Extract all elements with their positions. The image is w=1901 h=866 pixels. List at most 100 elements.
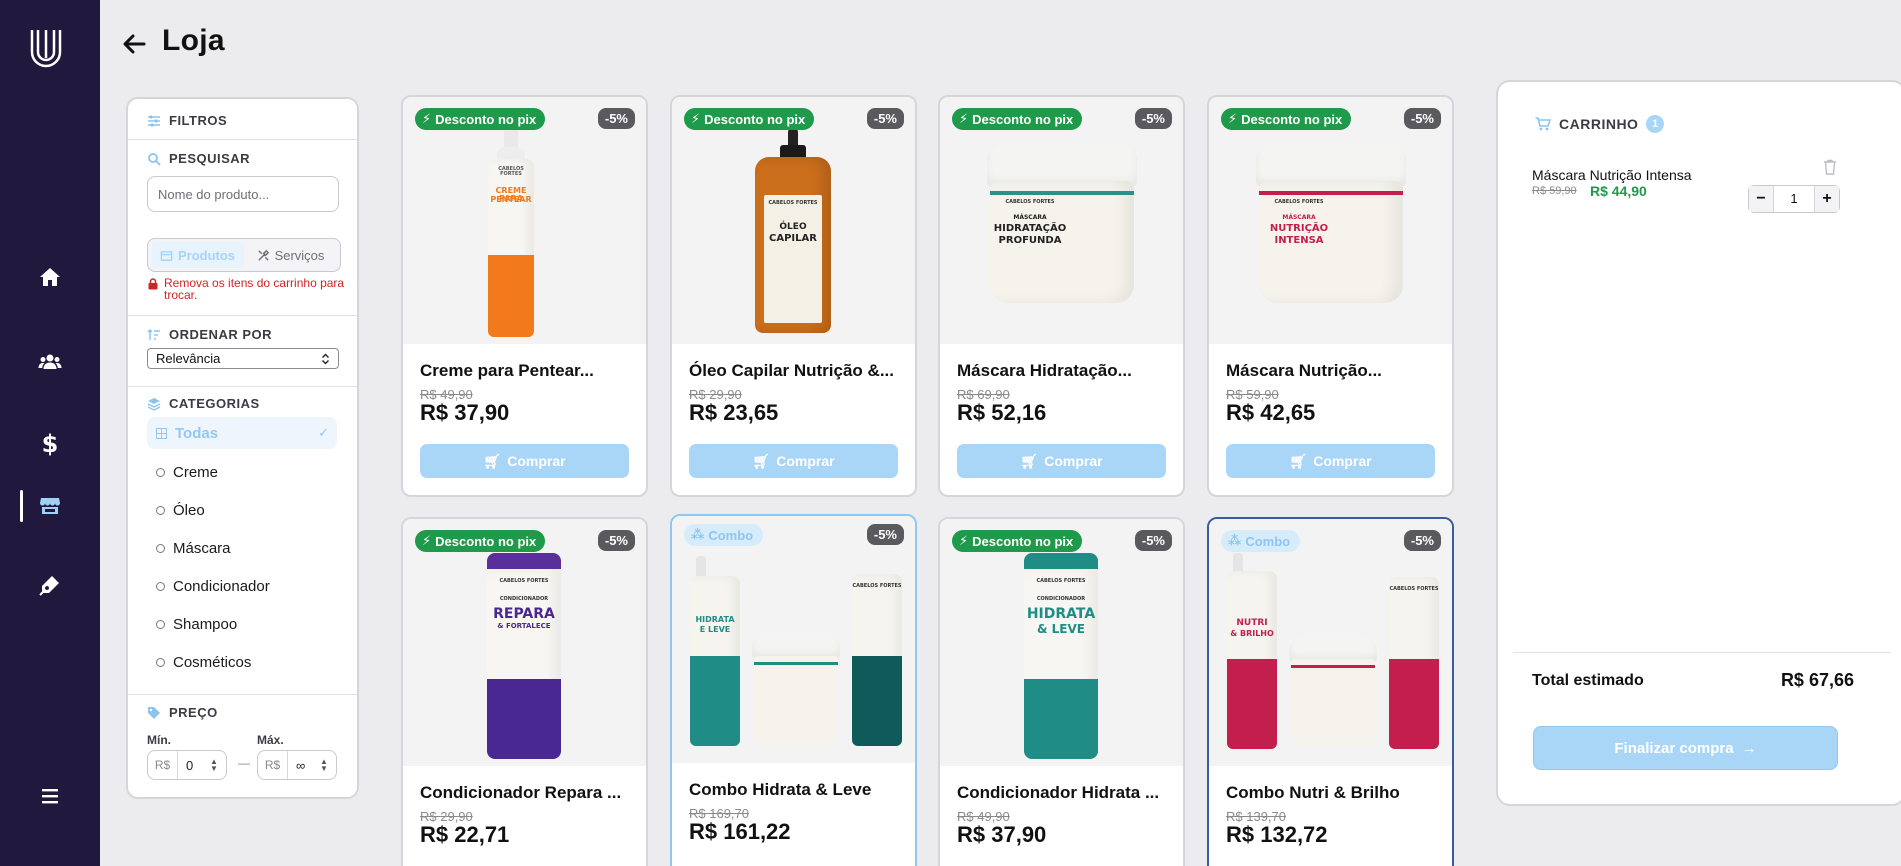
category-oleo[interactable]: Óleo <box>147 494 337 526</box>
product-price: R$ 132,72 <box>1226 822 1328 847</box>
back-arrow-icon[interactable] <box>120 30 148 58</box>
filters-header: FILTROS <box>147 113 227 128</box>
bolt-icon: ⚡ <box>1228 111 1238 126</box>
divider <box>128 315 357 316</box>
bottle-band <box>1024 679 1098 759</box>
trash-icon[interactable] <box>1823 159 1837 175</box>
bolt-icon: ⚡ <box>422 533 432 548</box>
product-line3: & LEVE <box>1037 622 1085 636</box>
nav-store[interactable] <box>0 484 100 528</box>
sort-select[interactable]: Relevância <box>147 348 339 369</box>
warning-text: Remova os itens do carrinho para trocar. <box>164 276 345 302</box>
search-header: PESQUISAR <box>147 151 250 166</box>
quantity-value[interactable]: 1 <box>1773 186 1815 212</box>
check-icon: ✓ <box>318 425 329 440</box>
cart-item-name: Máscara Nutrição Intensa <box>1532 167 1692 183</box>
filters-title: FILTROS <box>169 113 228 128</box>
active-indicator <box>20 490 23 522</box>
buy-label: Comprar <box>507 453 566 469</box>
pix-discount-badge: ⚡ Desconto no pix <box>415 108 546 130</box>
min-price-input[interactable]: R$ 0 ▲ ▼ <box>147 750 227 780</box>
product-line1: CONDICIONADOR <box>499 596 549 602</box>
category-mascara[interactable]: Máscara <box>147 532 337 564</box>
badge-label: Desconto no pix <box>972 533 1074 549</box>
combo-badge: ⁂ Combo <box>684 524 764 546</box>
product-name: Óleo Capilar Nutrição &... <box>689 361 894 380</box>
product-line2: HIDRATA <box>1026 606 1096 622</box>
radio-icon <box>156 543 165 553</box>
radio-icon <box>156 657 165 667</box>
toggle-services[interactable]: Serviços <box>244 242 337 268</box>
product-brand: CABELOS FORTES <box>499 578 549 584</box>
nav-home[interactable] <box>0 255 100 299</box>
increase-button[interactable]: + <box>1815 186 1839 212</box>
buy-button[interactable]: 🛒︎ Comprar <box>1226 444 1435 478</box>
buy-button[interactable]: 🛒︎ Comprar <box>420 444 629 478</box>
stepper-icon[interactable]: ▲ ▼ <box>208 758 220 773</box>
category-condicionador[interactable]: Condicionador <box>147 570 337 602</box>
category-cosmeticos[interactable]: Cosméticos <box>147 646 337 678</box>
product-card[interactable]: NUTRI & BRILHO CABELOS FORTES ⁂ Combo -5%… <box>1207 517 1454 866</box>
nav-finance[interactable]: $ <box>0 422 100 466</box>
pix-discount-badge: ⚡ Desconto no pix <box>952 108 1083 130</box>
product-line1: CONDICIONADOR <box>1036 596 1086 602</box>
nav-users[interactable] <box>0 340 100 384</box>
product-image: CABELOS FORTES MÁSCARA NUTRIÇÃO INTENSA <box>1209 97 1452 344</box>
max-price-input[interactable]: R$ ∞ ▲ ▼ <box>257 750 337 780</box>
product-line2: CAPILAR <box>769 233 817 244</box>
box-icon <box>160 250 173 261</box>
product-card[interactable]: CABELOS FORTES MÁSCARA HIDRATAÇÃO PROFUN… <box>938 95 1185 497</box>
badge-label: Combo <box>708 527 754 543</box>
nav-tools[interactable] <box>0 563 100 607</box>
product-image: CABELOS FORTES MÁSCARA HIDRATAÇÃO PROFUN… <box>940 97 1183 344</box>
jar-body <box>754 656 838 744</box>
search-input[interactable] <box>147 176 339 212</box>
range-separator: — <box>238 756 250 770</box>
bottle-band <box>488 255 534 337</box>
bolt-icon: ⚡ <box>959 111 969 126</box>
product-card[interactable]: CABELOS FORTES CREME PARA PENTEAR ⚡ Desco… <box>401 95 648 497</box>
checkout-button[interactable]: Finalizar compra → <box>1533 726 1838 770</box>
product-brand: CABELOS FORTES <box>1036 578 1086 584</box>
buy-button[interactable]: 🛒︎ Comprar <box>957 444 1166 478</box>
product-price: R$ 37,90 <box>957 822 1047 847</box>
divider <box>1513 652 1891 653</box>
product-card[interactable]: CABELOS FORTES MÁSCARA NUTRIÇÃO INTENSA … <box>1207 95 1454 497</box>
dollar-icon: $ <box>41 430 59 458</box>
bottle-band <box>487 679 561 759</box>
buy-label: Comprar <box>1044 453 1103 469</box>
product-line2: & BRILHO <box>1230 629 1274 638</box>
users-icon <box>38 354 62 369</box>
nav-menu[interactable] <box>0 774 100 818</box>
stepper-icon[interactable]: ▲ ▼ <box>318 758 330 773</box>
product-name: Máscara Nutrição... <box>1226 361 1382 380</box>
category-label: Creme <box>173 463 219 481</box>
pix-discount-badge: ⚡ Desconto no pix <box>415 530 546 552</box>
category-label: Máscara <box>173 539 231 557</box>
product-line3: PROFUNDA <box>998 235 1062 246</box>
max-label: Máx. <box>257 733 284 747</box>
divider <box>128 386 357 387</box>
discount-badge: -5% <box>1134 530 1172 551</box>
bottle-label <box>764 195 822 323</box>
sort-icon <box>147 328 160 340</box>
app-logo-icon[interactable] <box>29 28 63 68</box>
product-card[interactable]: CABELOS FORTES CONDICIONADOR HIDRATA & L… <box>938 517 1185 866</box>
product-card[interactable]: HIDRATA E LEVE CABELOS FORTES ⁂ Combo -5%… <box>670 514 917 866</box>
product-card[interactable]: CABELOS FORTES CONDICIONADOR REPARA & FO… <box>401 517 648 866</box>
pix-discount-badge: ⚡ Desconto no pix <box>684 108 815 130</box>
product-line2: PENTEAR <box>490 195 532 204</box>
cart-icon: 🛒︎ <box>483 452 502 469</box>
product-price: R$ 23,65 <box>689 400 779 425</box>
category-todas[interactable]: Todas ✓ <box>147 417 337 449</box>
buy-button[interactable]: 🛒︎ Comprar <box>689 444 898 478</box>
sort-title: ORDENAR POR <box>169 327 273 342</box>
category-creme[interactable]: Creme <box>147 456 337 488</box>
toggle-products[interactable]: Produtos <box>151 242 244 268</box>
lock-icon <box>148 278 158 290</box>
decrease-button[interactable]: − <box>1749 186 1773 212</box>
product-line3: INTENSA <box>1274 235 1324 246</box>
product-card[interactable]: CABELOS FORTES ÓLEO CAPILAR ⚡ Desconto no… <box>670 95 917 497</box>
category-shampoo[interactable]: Shampoo <box>147 608 337 640</box>
categories-title: CATEGORIAS <box>169 396 260 411</box>
